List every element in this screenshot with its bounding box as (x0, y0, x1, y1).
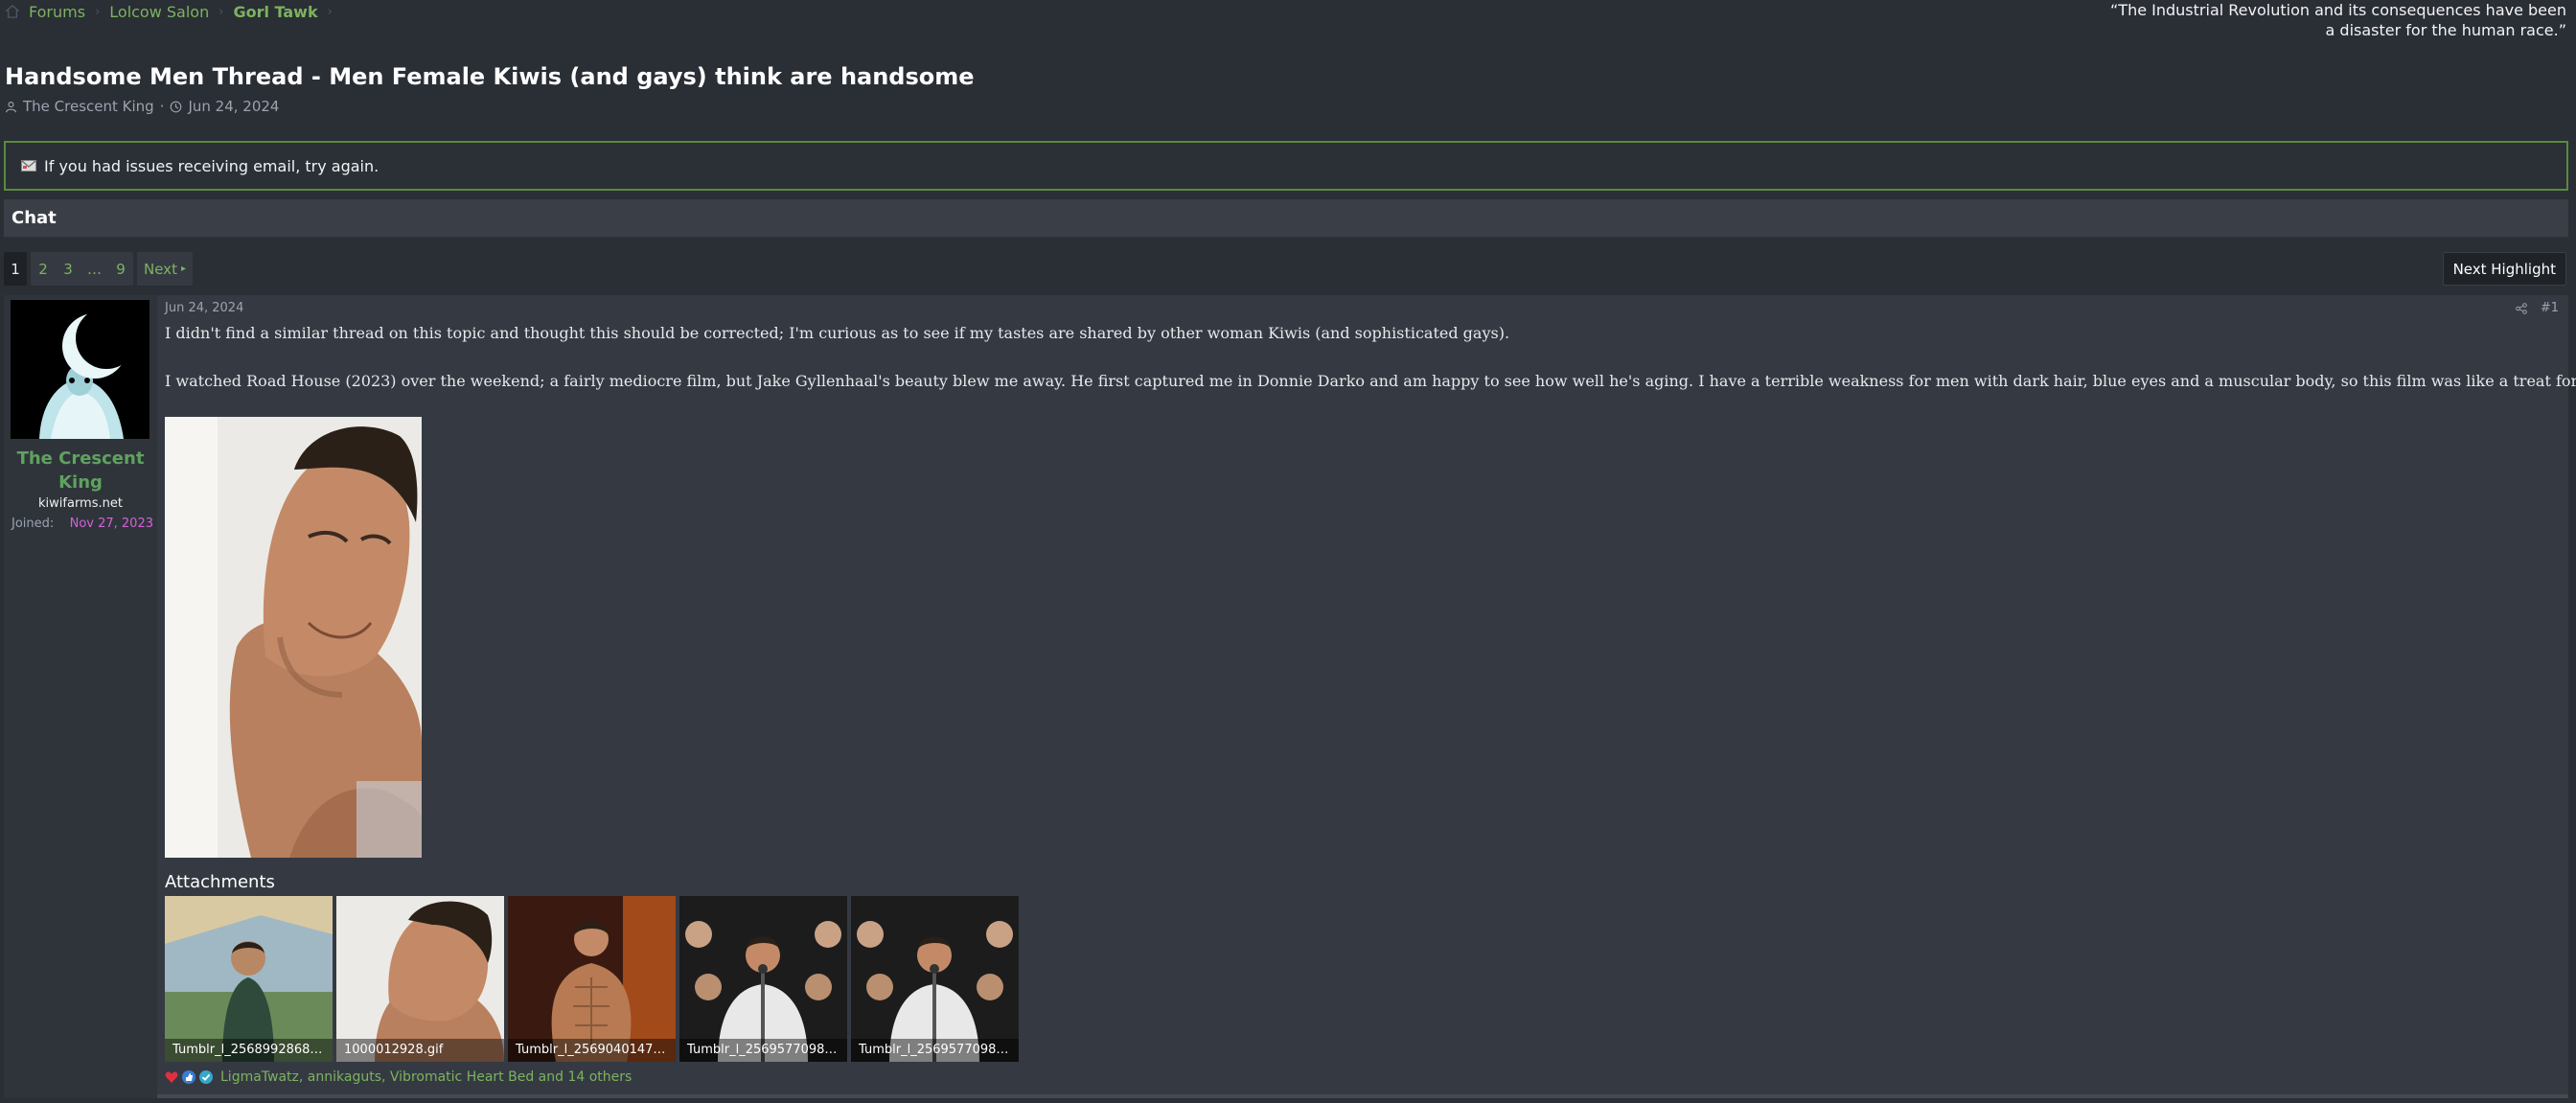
joined-label: Joined: (12, 517, 55, 531)
post-image[interactable] (165, 417, 422, 858)
page-title: Handsome Men Thread - Men Female Kiwis (… (5, 61, 975, 92)
attachment-thumb[interactable]: Tumblr_l_256957709845... (851, 896, 1019, 1062)
breadcrumb-forums[interactable]: Forums (29, 3, 85, 21)
attachment-caption: Tumblr_l_256899286876... (165, 1039, 333, 1062)
thread-meta: The Crescent King · Jun 24, 2024 (5, 98, 279, 115)
page-jump[interactable]: … (80, 252, 108, 286)
post-content: Jun 24, 2024 #1 I didn't find a similar … (165, 295, 2576, 1098)
page-group: 2 3 … 9 (31, 252, 133, 286)
home-icon[interactable] (6, 5, 19, 18)
email-notice: If you had issues receiving email, try a… (4, 141, 2568, 191)
email-icon (21, 160, 36, 172)
thread-title: Men Female Kiwis (and gays) think are ha… (329, 63, 975, 90)
attachment-caption: Tumblr_l_256957709845... (679, 1039, 847, 1062)
section-header: Chat (4, 199, 2568, 238)
reactions-bar[interactable]: LigmaTwatz, annikaguts, Vibromatic Heart… (165, 1069, 632, 1085)
page-current: 1 (4, 252, 27, 286)
breadcrumb-lolcow-salon[interactable]: Lolcow Salon (109, 3, 209, 21)
check-reaction-icon (199, 1070, 213, 1084)
caret-right-icon: ▸ (180, 264, 186, 274)
pagination: 1 2 3 … 9 Next ▸ (4, 252, 193, 286)
clock-icon (171, 101, 182, 112)
user-icon (6, 101, 16, 112)
header-quote: “The Industrial Revolution and its conse… (2110, 1, 2566, 39)
next-page-button[interactable]: Next ▸ (137, 252, 193, 286)
next-highlight-button[interactable]: Next Highlight (2442, 252, 2566, 286)
next-label: Next (144, 260, 177, 278)
joined-value: Nov 27, 2023 (69, 517, 153, 531)
user-name[interactable]: The Crescent King (4, 447, 157, 494)
attachment-caption: 1000012928.gif (336, 1039, 504, 1062)
heart-reaction-icon (165, 1071, 178, 1083)
post-paragraph-2-text: I watched Road House (2023) over the wee… (165, 371, 2576, 390)
thumbs-up-reaction-icon (182, 1070, 196, 1084)
thread-author-link[interactable]: The Crescent King (23, 98, 154, 115)
post-paragraph-1: I didn't find a similar thread on this t… (165, 324, 1510, 342)
attachment-thumb[interactable]: Tumblr_l_256957709845... (679, 896, 847, 1062)
thread-date-link[interactable]: Jun 24, 2024 (188, 98, 279, 115)
page-3[interactable]: 3 (56, 252, 80, 286)
breadcrumb: Forums › Lolcow Salon › Gorl Tawk › (6, 0, 333, 23)
attachment-caption: Tumblr_l_256904014700... (508, 1039, 676, 1062)
attachment-caption: Tumblr_l_256957709845... (851, 1039, 1019, 1062)
post-paragraph-2: I watched Road House (2023) over the wee… (165, 369, 2576, 392)
attachment-thumb[interactable]: 1000012928.gif (336, 896, 504, 1062)
avatar[interactable] (11, 300, 150, 439)
user-sidebar: The Crescent King kiwifarms.net Joined: … (4, 295, 157, 1098)
user-joined: Joined: Nov 27, 2023 (12, 517, 153, 531)
attachment-list: Tumblr_l_256899286876... 1000012928.gif … (165, 896, 1019, 1062)
thread-prefix: Handsome Men Thread - (5, 63, 321, 90)
notice-text: If you had issues receiving email, try a… (44, 156, 380, 175)
chevron-right-icon: › (218, 4, 224, 19)
attachment-thumb[interactable]: Tumblr_l_256899286876... (165, 896, 333, 1062)
post-number[interactable]: #1 (2541, 301, 2559, 315)
page-9[interactable]: 9 (108, 252, 133, 286)
share-icon[interactable] (2516, 302, 2527, 314)
page-2[interactable]: 2 (31, 252, 56, 286)
attachments-label: Attachments (165, 872, 275, 892)
reactions-text: LigmaTwatz, annikaguts, Vibromatic Heart… (220, 1069, 632, 1085)
attachment-thumb[interactable]: Tumblr_l_256904014700... (508, 896, 676, 1062)
post-actions: #1 (2516, 301, 2559, 315)
chevron-right-icon: › (327, 4, 333, 19)
post-date[interactable]: Jun 24, 2024 (165, 301, 243, 315)
breadcrumb-gorl-tawk[interactable]: Gorl Tawk (233, 3, 317, 21)
chevron-right-icon: › (95, 4, 101, 19)
user-title: kiwifarms.net (38, 496, 123, 511)
post: The Crescent King kiwifarms.net Joined: … (4, 295, 2576, 1098)
